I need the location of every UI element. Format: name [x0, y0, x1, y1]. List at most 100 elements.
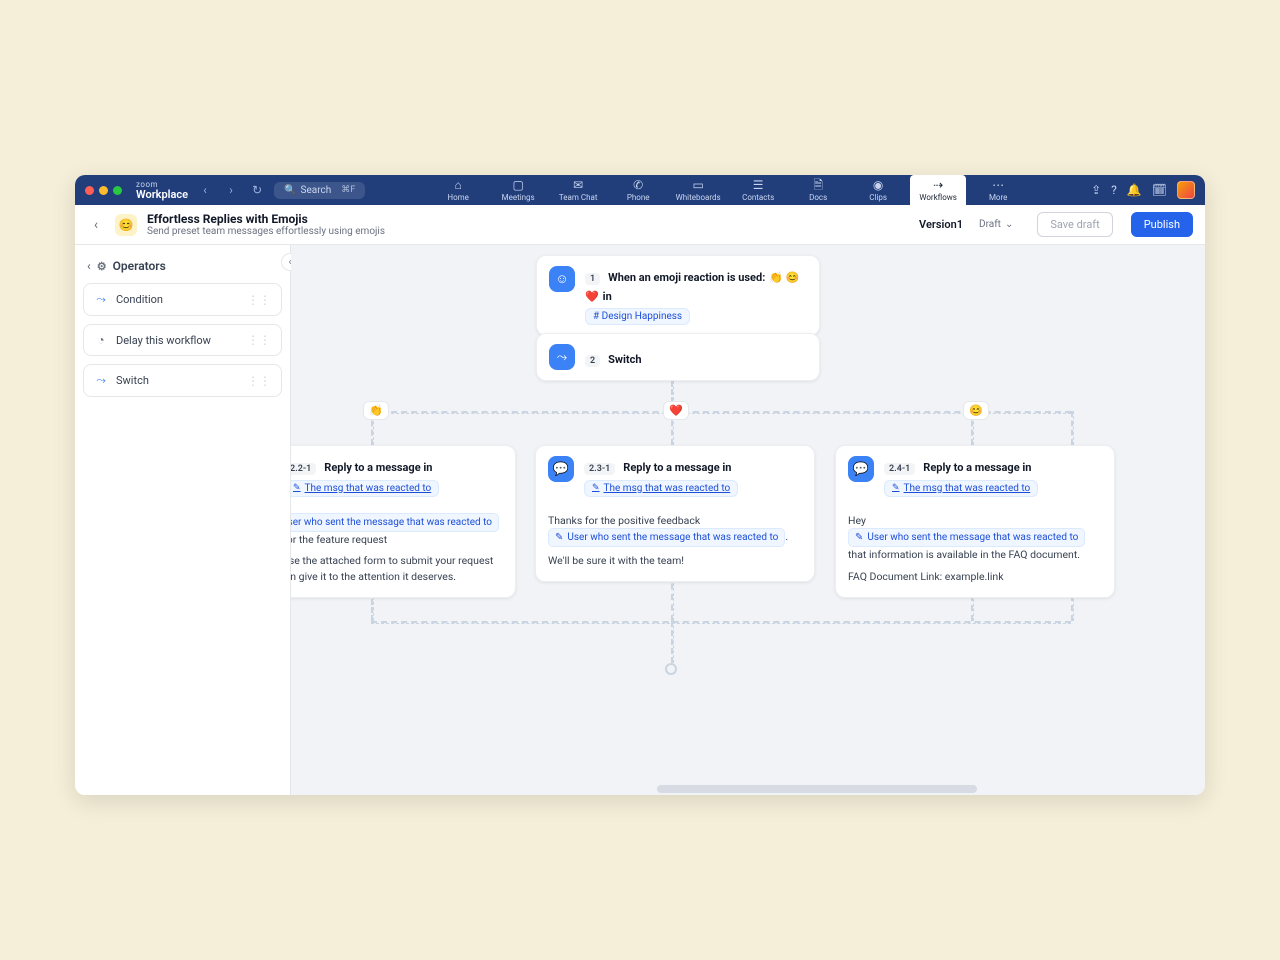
app-window: zoom Workplace ‹ › ↻ 🔍 Search ⌘F ⌂Home ▢… [75, 175, 1205, 795]
whiteboard-icon: ▭ [692, 179, 703, 191]
step-number: 1 [585, 273, 600, 285]
branch-emoji: 👏 [363, 401, 389, 420]
target-message-pill[interactable]: ✎The msg that was reacted to [291, 480, 439, 497]
branch-emoji: ❤️ [663, 401, 689, 420]
target-message-pill[interactable]: ✎The msg that was reacted to [584, 480, 738, 497]
right-nav: ⇪ ? 🔔 🗓 [1091, 181, 1195, 199]
search-input[interactable]: 🔍 Search ⌘F [274, 182, 365, 199]
card-body: Hi ✎User who sent the message that was r… [291, 513, 515, 597]
message-icon: 💬 [848, 456, 874, 482]
back-button[interactable]: ‹ [87, 217, 105, 233]
card-title: Reply to a message in [623, 461, 731, 474]
tab-clips[interactable]: ◉Clips [850, 175, 906, 205]
clock-icon: ◔ [94, 333, 108, 347]
tab-phone[interactable]: ✆Phone [610, 175, 666, 205]
reply-card-3[interactable]: 💬 2.4-1 Reply to a message in ✎The msg t… [835, 445, 1115, 598]
operator-delay[interactable]: ◔ Delay this workflow ⋮⋮ [83, 324, 282, 356]
edit-icon: ✎ [855, 530, 863, 545]
tab-whiteboards[interactable]: ▭Whiteboards [670, 175, 726, 205]
version-status: Draft [979, 219, 1001, 230]
step-number: 2.2-1 [291, 463, 316, 475]
operators-sidebar: ‹ ⚙ Operators ⤳ Condition ⋮⋮ ◔ Delay thi… [75, 245, 291, 795]
drag-handle-icon[interactable]: ⋮⋮ [247, 293, 271, 307]
search-icon: 🔍 [284, 185, 296, 196]
minimize-icon[interactable] [99, 186, 108, 195]
tab-more[interactable]: ⋯More [970, 175, 1026, 205]
workflow-canvas[interactable]: 👏 ❤️ 😊 ☺ 1 When an emoji reaction is use… [291, 245, 1205, 795]
horizontal-scrollbar[interactable] [657, 785, 977, 793]
edit-icon: ✎ [555, 530, 563, 545]
chevron-down-icon: ⌄ [1005, 219, 1013, 230]
tab-home[interactable]: ⌂Home [430, 175, 486, 205]
tab-docs[interactable]: 🗎Docs [790, 175, 846, 205]
home-icon: ⌂ [455, 179, 462, 191]
operator-condition[interactable]: ⤳ Condition ⋮⋮ [83, 283, 282, 316]
docs-icon: 🗎 [813, 179, 823, 191]
step-number: 2.3-1 [584, 463, 615, 475]
more-icon: ⋯ [992, 179, 1004, 191]
drag-handle-icon[interactable]: ⋮⋮ [247, 333, 271, 347]
contacts-icon: ☰ [753, 179, 764, 191]
calendar-icon[interactable]: 🗓 [1152, 183, 1167, 197]
window-controls[interactable] [85, 186, 122, 195]
operator-label: Condition [116, 293, 239, 306]
user-token[interactable]: ✎User who sent the message that was reac… [291, 513, 499, 532]
sidebar-back-icon[interactable]: ‹ [87, 259, 91, 273]
connector [671, 621, 674, 663]
maximize-icon[interactable] [113, 186, 122, 195]
chat-icon: ✉ [573, 179, 583, 191]
tab-team-chat[interactable]: ✉Team Chat [550, 175, 606, 205]
edit-icon: ✎ [293, 483, 301, 493]
bell-icon[interactable]: 🔔 [1127, 183, 1142, 197]
branch-icon: ⤳ [94, 292, 108, 307]
main-nav: ⌂Home ▢Meetings ✉Team Chat ✆Phone ▭White… [373, 175, 1083, 205]
step-number: 2 [585, 355, 600, 367]
switch-node-icon: ⤳ [549, 344, 575, 370]
nav-forward-icon[interactable]: › [222, 183, 240, 197]
close-icon[interactable] [85, 186, 94, 195]
share-icon[interactable]: ⇪ [1091, 183, 1101, 197]
switch-label: Switch [608, 353, 641, 366]
trigger-node[interactable]: ☺ 1 When an emoji reaction is used: 👏 😊 … [536, 255, 820, 336]
card-title: Reply to a message in [923, 461, 1031, 474]
connector [1071, 411, 1074, 445]
save-draft-button[interactable]: Save draft [1037, 212, 1112, 237]
titlebar: zoom Workplace ‹ › ↻ 🔍 Search ⌘F ⌂Home ▢… [75, 175, 1205, 205]
user-token[interactable]: ✎User who sent the message that was reac… [848, 528, 1085, 547]
sidebar-title: Operators [113, 259, 166, 273]
version-selector[interactable]: Draft ⌄ [979, 219, 1013, 230]
trigger-suffix: in [603, 290, 612, 303]
workflow-header: ‹ 😊 Effortless Replies with Emojis Send … [75, 205, 1205, 245]
step-number: 2.4-1 [884, 463, 915, 475]
nav-back-icon[interactable]: ‹ [196, 183, 214, 197]
card-body: Thanks for the positive feedback ✎User w… [536, 513, 814, 582]
end-node[interactable] [665, 663, 677, 675]
video-icon: ▢ [512, 179, 523, 191]
target-message-pill[interactable]: ✎The msg that was reacted to [884, 480, 1038, 497]
message-icon: 💬 [548, 456, 574, 482]
help-icon[interactable]: ? [1111, 183, 1117, 197]
phone-icon: ✆ [633, 179, 643, 191]
reply-card-1[interactable]: 💬 2.2-1 Reply to a message in ✎The msg t… [291, 445, 516, 598]
history-icon[interactable]: ↻ [248, 183, 266, 197]
user-token[interactable]: ✎User who sent the message that was reac… [548, 528, 785, 547]
trigger-label: When an emoji reaction is used: [608, 271, 765, 284]
operator-label: Switch [116, 374, 239, 387]
operator-label: Delay this workflow [116, 334, 239, 347]
switch-node[interactable]: ⤳ 2 Switch [536, 333, 820, 381]
channel-pill[interactable]: # Design Happiness [585, 308, 690, 325]
tab-workflows[interactable]: ⇢Workflows [910, 175, 966, 205]
workflow-emoji-icon: 😊 [115, 214, 137, 236]
avatar[interactable] [1177, 181, 1195, 199]
edit-icon: ✎ [592, 483, 600, 493]
reply-card-2[interactable]: 💬 2.3-1 Reply to a message in ✎The msg t… [535, 445, 815, 582]
switch-icon: ⤳ [94, 373, 108, 388]
publish-button[interactable]: Publish [1131, 212, 1193, 237]
drag-handle-icon[interactable]: ⋮⋮ [247, 374, 271, 388]
branch-emoji: 😊 [963, 401, 989, 420]
workflow-subtitle: Send preset team messages effortlessly u… [147, 226, 385, 237]
tab-meetings[interactable]: ▢Meetings [490, 175, 546, 205]
operator-switch[interactable]: ⤳ Switch ⋮⋮ [83, 364, 282, 397]
tab-contacts[interactable]: ☰Contacts [730, 175, 786, 205]
card-body: Hey ✎User who sent the message that was … [836, 513, 1114, 597]
